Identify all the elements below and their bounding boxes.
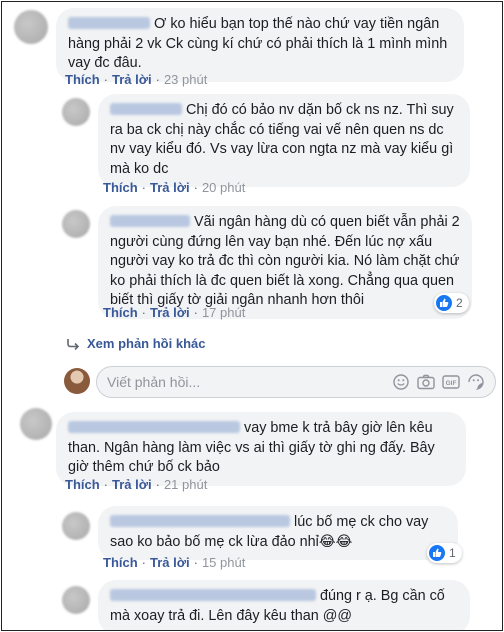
reaction-number: 1 <box>449 546 456 560</box>
comment-actions: Thích · Trả lời · 17 phút <box>103 305 246 320</box>
like-icon <box>436 295 452 311</box>
reaction-number: 2 <box>456 296 463 310</box>
comment-actions: Thích · Trả lời · 21 phút <box>65 477 208 492</box>
avatar[interactable] <box>14 10 48 44</box>
comment-actions: Thích · Trả lời · 23 phút <box>65 72 208 87</box>
reply-input[interactable]: Viết phản hồi... GIF <box>96 366 496 398</box>
timestamp[interactable]: 20 phút <box>202 180 245 195</box>
like-link[interactable]: Thích <box>103 180 138 195</box>
avatar[interactable] <box>62 210 90 238</box>
comment-bubble: Ơ ko hiểu bạn top thế nào chứ vay tiền n… <box>56 8 464 82</box>
comment-thread: Ơ ko hiểu bạn top thế nào chứ vay tiền n… <box>1 1 503 631</box>
comment-actions: Thích · Trả lời · 15 phút <box>103 555 246 570</box>
reply-link[interactable]: Trả lời <box>150 555 190 570</box>
like-icon <box>429 545 445 561</box>
reply-arrow-icon <box>66 338 80 350</box>
gif-icon[interactable]: GIF <box>442 373 460 391</box>
author-name[interactable] <box>110 515 290 527</box>
reply-link[interactable]: Trả lời <box>150 180 190 195</box>
camera-icon[interactable] <box>417 373 435 391</box>
like-link[interactable]: Thích <box>65 72 100 87</box>
comment-actions: Thích · Trả lời · 20 phút <box>103 180 246 195</box>
author-name[interactable] <box>68 421 240 433</box>
comment-text: Vãi ngân hàng dù có quen biết vẫn phải 2… <box>110 214 460 308</box>
comment-bubble: lúc bố mẹ ck cho vay sao ko bảo bố mẹ ck… <box>98 506 458 560</box>
current-user-avatar[interactable] <box>64 368 90 394</box>
reply-link[interactable]: Trả lời <box>112 477 152 492</box>
author-name[interactable] <box>110 589 316 601</box>
like-link[interactable]: Thích <box>103 305 138 320</box>
reply-input-placeholder: Viết phản hồi... <box>107 374 201 390</box>
timestamp[interactable]: 21 phút <box>164 477 207 492</box>
author-name[interactable] <box>110 215 190 227</box>
avatar[interactable] <box>62 98 90 126</box>
comment-bubble: vay bme k trả bây giờ lên kêu than. Ngân… <box>56 412 466 486</box>
reaction-count[interactable]: 1 <box>427 543 462 563</box>
svg-text:GIF: GIF <box>446 380 457 387</box>
avatar[interactable] <box>62 512 90 540</box>
emoji-icon[interactable] <box>392 373 410 391</box>
like-link[interactable]: Thích <box>65 477 100 492</box>
author-name[interactable] <box>110 103 182 115</box>
author-name[interactable] <box>68 17 150 29</box>
comment-bubble: Chị đó có bảo nv dặn bố ck ns nz. Thì su… <box>98 94 470 187</box>
like-link[interactable]: Thích <box>103 555 138 570</box>
reaction-count[interactable]: 2 <box>434 293 469 313</box>
reply-link[interactable]: Trả lời <box>150 305 190 320</box>
timestamp[interactable]: 15 phút <box>202 555 245 570</box>
comment-bubble: đúng r ạ. Bg cần cố mà xoay trả đi. Lên … <box>98 580 470 630</box>
avatar[interactable] <box>62 586 90 614</box>
reply-link[interactable]: Trả lời <box>112 72 152 87</box>
view-more-replies-label: Xem phản hồi khác <box>87 336 206 351</box>
sticker-icon[interactable] <box>467 373 485 391</box>
timestamp[interactable]: 17 phút <box>202 305 245 320</box>
avatar[interactable] <box>20 408 52 440</box>
view-more-replies-link[interactable]: Xem phản hồi khác <box>66 336 205 351</box>
comment-bubble: Vãi ngân hàng dù có quen biết vẫn phải 2… <box>98 206 472 319</box>
timestamp[interactable]: 23 phút <box>164 72 207 87</box>
